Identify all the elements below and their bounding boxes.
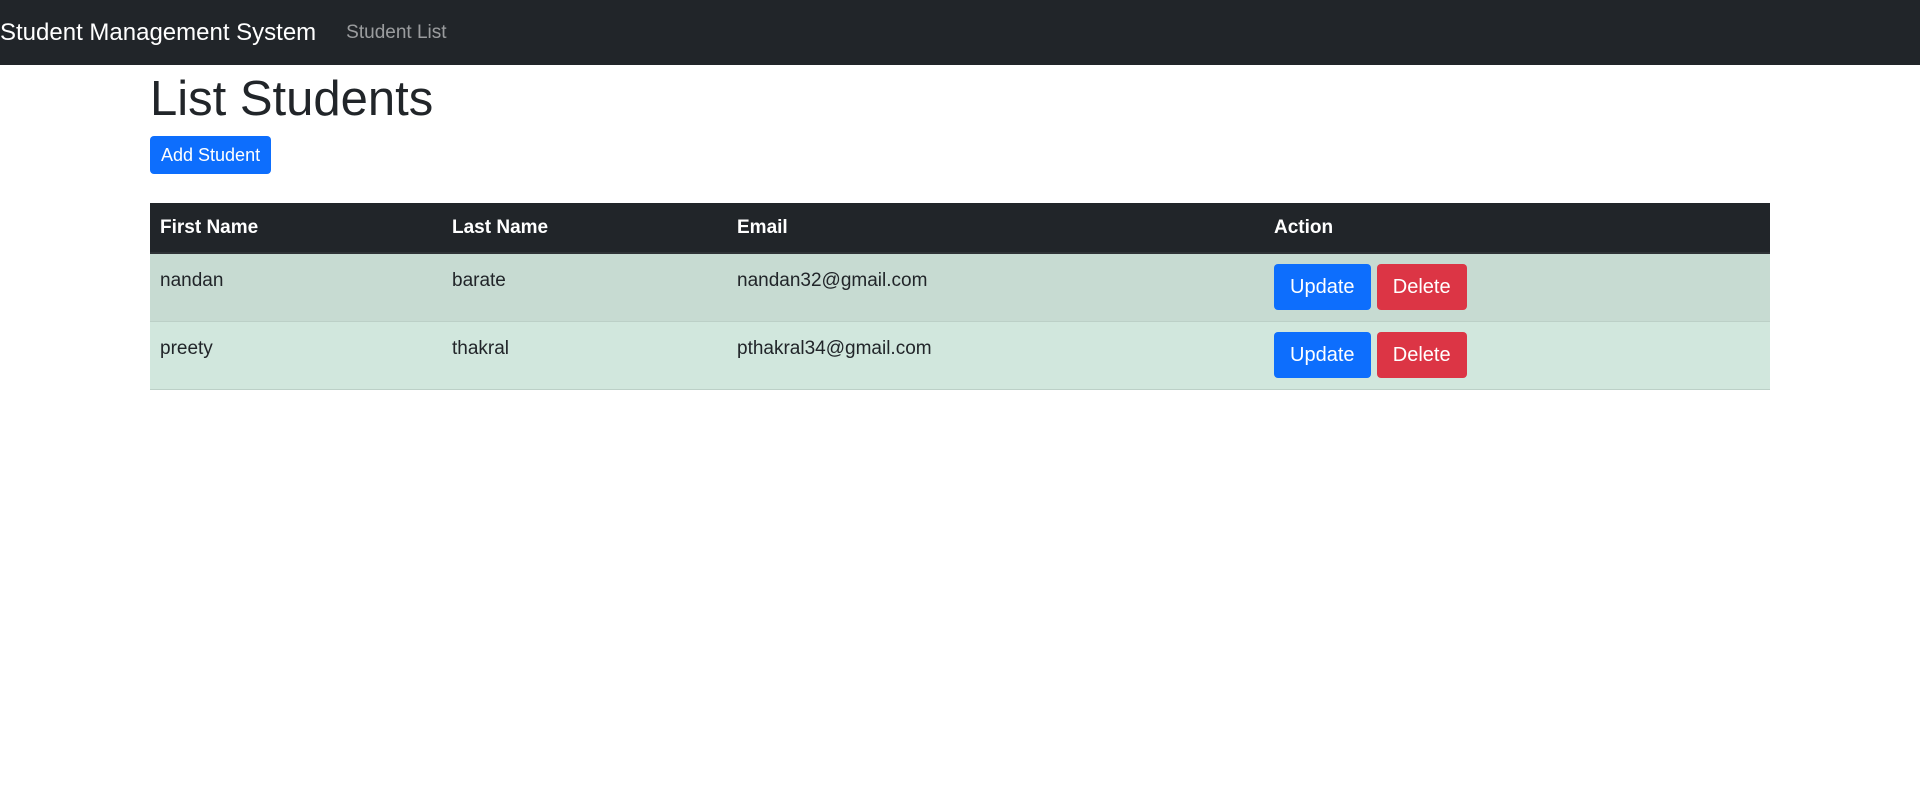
navbar: Student Management System Student List: [0, 0, 1920, 65]
students-table: First Name Last Name Email Action nandan…: [150, 203, 1770, 390]
cell-email: pthakral34@gmail.com: [737, 337, 932, 359]
update-button[interactable]: Update: [1274, 264, 1371, 310]
column-header-action: Action: [1264, 203, 1770, 254]
cell-last-name: thakral: [452, 337, 510, 359]
column-header-last-name: Last Name: [442, 203, 727, 254]
cell-first-name: preety: [160, 337, 213, 359]
cell-email: nandan32@gmail.com: [737, 270, 928, 291]
main-container: List Students Add Student First Name Las…: [150, 65, 1770, 389]
page-title: List Students: [150, 72, 434, 126]
add-student-button[interactable]: Add Student: [150, 136, 272, 174]
table-row: preety thakral pthakral34@gmail.com Upda…: [150, 321, 1770, 389]
column-header-email: Email: [727, 203, 1264, 254]
table-header-row: First Name Last Name Email Action: [150, 203, 1770, 254]
delete-button[interactable]: Delete: [1376, 264, 1467, 310]
cell-last-name: barate: [452, 270, 506, 291]
delete-button[interactable]: Delete: [1376, 331, 1467, 378]
cell-first-name: nandan: [160, 270, 224, 291]
nav-link-student-list[interactable]: Student List: [346, 22, 446, 44]
cell-action: Update Delete: [1264, 321, 1770, 389]
cell-action: Update Delete: [1264, 253, 1770, 321]
update-button[interactable]: Update: [1274, 331, 1371, 378]
column-header-first-name: First Name: [150, 203, 442, 254]
table-row: nandan barate nandan32@gmail.com Update …: [150, 253, 1770, 321]
navbar-brand[interactable]: Student Management System: [0, 19, 316, 47]
